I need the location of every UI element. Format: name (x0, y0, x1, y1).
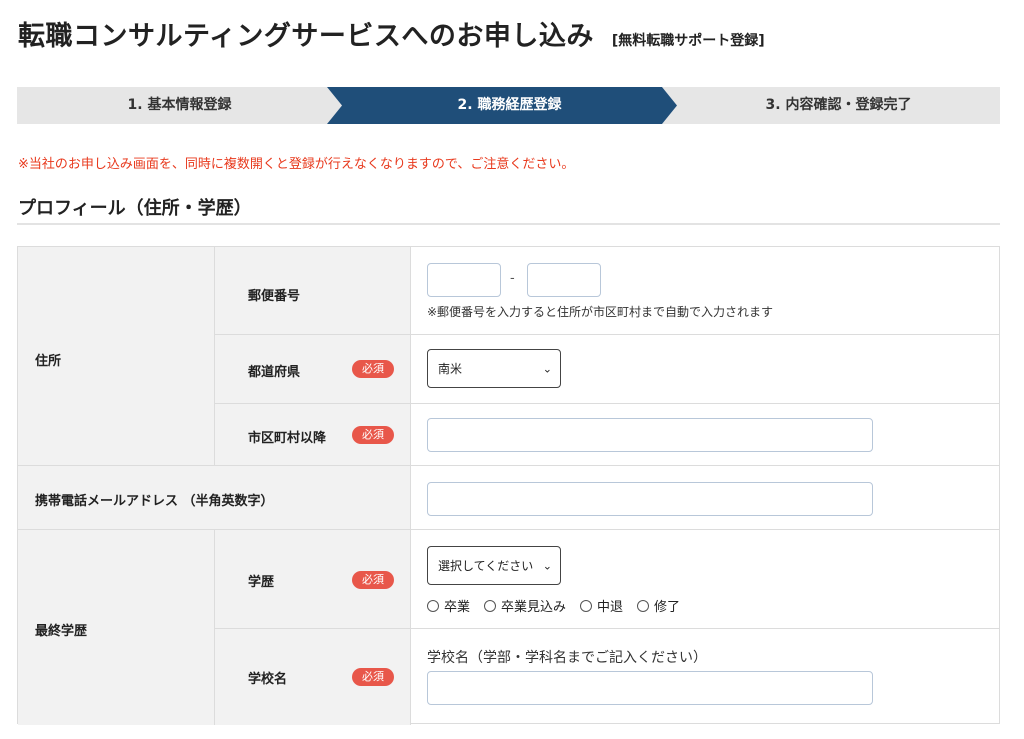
radio-option-withdrawn[interactable]: 中退 (580, 596, 623, 615)
row-divider (214, 334, 1000, 335)
postal-code-second-input[interactable] (527, 263, 601, 297)
section-heading: プロフィール（住所・学歴） (18, 198, 252, 219)
page-subtitle: [無料転職サポート登録] (611, 33, 765, 49)
email-label: 携帯電話メールアドレス （半角英数字） (35, 494, 274, 509)
row-divider (18, 529, 1000, 530)
required-badge: 必須 (352, 668, 394, 686)
education-level-label: 学歴 (248, 575, 275, 590)
column-divider (214, 529, 215, 725)
warning-notice: ※当社のお申し込み画面を、同時に複数開くと登録が行えなくなりますので、ご注意くだ… (18, 157, 575, 172)
radio-option-completed[interactable]: 修了 (637, 596, 680, 615)
required-badge: 必須 (352, 360, 394, 378)
postal-code-first-input[interactable] (427, 263, 501, 297)
page-title: 転職コンサルティングサービスへのお申し込み (18, 21, 594, 52)
section-divider (17, 223, 1000, 225)
postal-code-hint: ※郵便番号を入力すると住所が市区町村まで自動で入力されます (427, 305, 774, 319)
graduation-status-radio-group: 卒業 卒業見込み 中退 修了 (427, 596, 680, 615)
school-name-label: 学校名 (248, 672, 288, 687)
column-divider (214, 247, 215, 465)
row-divider (214, 628, 1000, 629)
address-group-label: 住所 (35, 354, 62, 369)
step-3-label: 3. 内容確認・登録完了 (765, 97, 912, 113)
radio-circle-icon[interactable] (484, 599, 497, 612)
school-name-input[interactable] (427, 671, 873, 705)
city-input[interactable] (427, 418, 873, 452)
prefecture-select[interactable]: 南米 ⌄ (427, 349, 561, 388)
page-header: 転職コンサルティングサービスへのお申し込み [無料転職サポート登録] (18, 14, 765, 53)
chevron-down-icon: ⌄ (542, 362, 552, 375)
radio-option-expected[interactable]: 卒業見込み (484, 596, 566, 615)
chevron-down-icon: ⌄ (542, 559, 552, 572)
radio-circle-icon[interactable] (637, 599, 650, 612)
prefecture-selected-value: 南米 (438, 362, 463, 376)
radio-circle-icon[interactable] (427, 599, 439, 612)
postal-code-label: 郵便番号 (248, 289, 301, 304)
education-level-select[interactable]: 選択してください ⌄ (427, 546, 561, 585)
school-name-caption: 学校名（学部・学科名までご記入ください） (427, 650, 707, 666)
required-badge: 必須 (352, 571, 394, 589)
email-input[interactable] (427, 482, 873, 516)
profile-form-table: 住所 郵便番号 - ※郵便番号を入力すると住所が市区町村まで自動で入力されます … (17, 246, 1000, 725)
radio-option-graduated[interactable]: 卒業 (427, 596, 470, 615)
radio-circle-icon[interactable] (580, 599, 593, 612)
required-badge: 必須 (352, 426, 394, 444)
education-group-label: 最終学歴 (35, 624, 88, 639)
postal-code-separator: - (510, 271, 515, 286)
prefecture-label: 都道府県 (248, 365, 301, 380)
city-label: 市区町村以降 (248, 431, 327, 446)
step-1-label: 1. 基本情報登録 (127, 97, 232, 113)
row-divider (214, 403, 1000, 404)
education-level-selected-value: 選択してください (438, 559, 534, 573)
column-divider (410, 247, 411, 725)
row-divider (18, 465, 1000, 466)
step-progress-bar: 1. 基本情報登録 2. 職務経歴登録 3. 内容確認・登録完了 (17, 87, 1000, 124)
step-2-label: 2. 職務経歴登録 (457, 97, 562, 113)
